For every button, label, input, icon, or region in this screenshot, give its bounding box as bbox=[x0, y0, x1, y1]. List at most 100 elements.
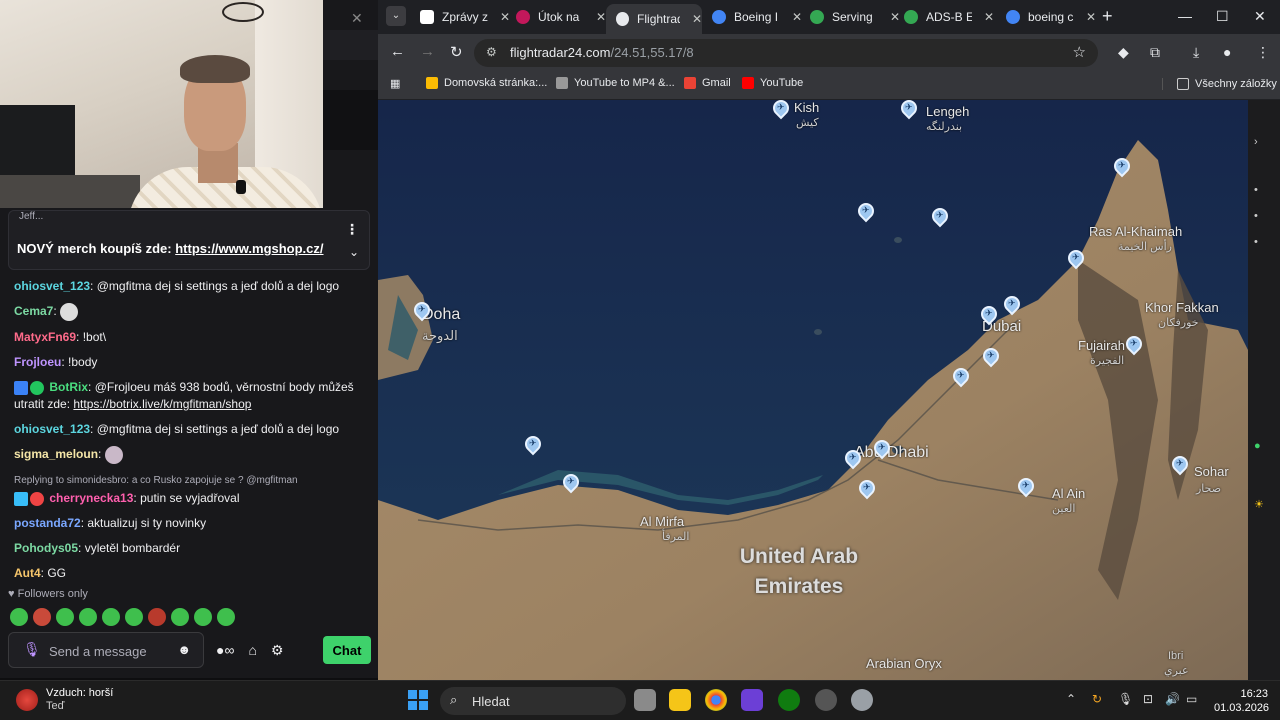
flight-map[interactable]: Kish كيش Lengeh بندرلنگه Doha الدوحة Ras… bbox=[378, 100, 1248, 680]
network-icon[interactable]: ⊡ bbox=[1143, 692, 1153, 706]
start-button[interactable] bbox=[408, 690, 428, 710]
bookmark-star-icon[interactable]: ☆ bbox=[1073, 43, 1086, 61]
tab[interactable]: ADS-B E ✕ bbox=[894, 4, 994, 30]
microphone-icon[interactable]: 🎙 bbox=[1118, 692, 1133, 706]
chat-username[interactable]: ohiosvet_123 bbox=[14, 422, 90, 436]
chat-username[interactable]: Aut4 bbox=[14, 566, 41, 580]
tab[interactable]: Serving ✕ bbox=[800, 4, 900, 30]
forward-icon[interactable]: → bbox=[420, 43, 435, 60]
chat-username[interactable]: sigma_meloun bbox=[14, 447, 98, 461]
aircraft-marker[interactable]: ✈ bbox=[769, 100, 793, 122]
aircraft-marker[interactable]: ✈ bbox=[841, 446, 865, 472]
back-icon[interactable]: ← bbox=[390, 43, 405, 60]
chat-link[interactable]: https://botrix.live/k/mgfitman/shop bbox=[73, 397, 251, 411]
puzzle-icon[interactable]: ⧉ bbox=[1150, 44, 1160, 61]
tab[interactable]: Zprávy z ✕ bbox=[410, 4, 510, 30]
close-tab-icon[interactable]: ✕ bbox=[984, 10, 994, 24]
emote[interactable] bbox=[102, 608, 120, 626]
chat-username[interactable]: ohiosvet_123 bbox=[14, 279, 90, 293]
emote[interactable] bbox=[33, 608, 51, 626]
app-icon[interactable] bbox=[741, 689, 763, 711]
aircraft-marker[interactable]: ✈ bbox=[949, 364, 973, 390]
maximize-icon[interactable]: ☐ bbox=[1216, 8, 1229, 25]
new-tab-icon[interactable]: + bbox=[1102, 6, 1113, 27]
emote[interactable] bbox=[194, 608, 212, 626]
store-icon[interactable]: ⌂ bbox=[248, 642, 256, 659]
aircraft-marker[interactable]: ✈ bbox=[1000, 292, 1024, 318]
chat-username[interactable]: Pohodys05 bbox=[14, 541, 78, 555]
battery-icon[interactable]: ▭ bbox=[1186, 692, 1197, 706]
aircraft-marker[interactable]: ✈ bbox=[1168, 452, 1192, 478]
emote[interactable] bbox=[125, 608, 143, 626]
chat-input[interactable] bbox=[49, 641, 179, 661]
aircraft-marker[interactable]: ✈ bbox=[855, 476, 879, 502]
close-icon[interactable]: ✕ bbox=[351, 10, 363, 27]
address-bar[interactable]: ⚙ flightradar24.com/24.51,55.17/8 ☆ bbox=[474, 39, 1098, 67]
tab[interactable]: boeing c ✕ bbox=[996, 4, 1096, 30]
aircraft-marker[interactable]: ✈ bbox=[928, 204, 952, 230]
aircraft-marker[interactable]: ✈ bbox=[1110, 154, 1134, 180]
file-explorer-icon[interactable] bbox=[669, 689, 691, 711]
app-icon[interactable] bbox=[815, 689, 837, 711]
pinned-link[interactable]: https://www.mgshop.cz/ bbox=[175, 241, 323, 256]
status-icon[interactable]: ● bbox=[1254, 440, 1261, 452]
bookmark[interactable]: Gmail bbox=[684, 77, 731, 89]
aircraft-marker[interactable]: ✈ bbox=[870, 436, 894, 462]
minimize-icon[interactable]: — bbox=[1178, 8, 1192, 24]
extension-icon[interactable]: ◆ bbox=[1118, 44, 1129, 61]
close-window-icon[interactable]: ✕ bbox=[1254, 8, 1266, 25]
aircraft-marker[interactable]: ✈ bbox=[410, 298, 434, 324]
chat-username[interactable]: postanda72 bbox=[14, 516, 81, 530]
settings-icon[interactable] bbox=[851, 689, 873, 711]
panel-toggle-icon[interactable]: › bbox=[1254, 136, 1258, 148]
sync-icon[interactable]: ↻ bbox=[1092, 692, 1102, 706]
aircraft-marker[interactable]: ✈ bbox=[977, 302, 1001, 328]
close-tab-icon[interactable]: ✕ bbox=[1086, 10, 1096, 24]
volume-icon[interactable]: 🔊 bbox=[1165, 692, 1180, 706]
chevron-down-icon[interactable]: ⌄ bbox=[349, 245, 359, 259]
close-tab-icon[interactable]: ✕ bbox=[596, 10, 606, 24]
download-icon[interactable]: ⤓ bbox=[1193, 44, 1199, 61]
weather-widget[interactable]: Vzduch: horší Teď bbox=[16, 687, 113, 713]
apps-icon[interactable]: ▦ bbox=[390, 77, 400, 90]
chrome-icon[interactable] bbox=[705, 689, 727, 711]
menu-icon[interactable]: ⋮ bbox=[1256, 44, 1270, 61]
aircraft-marker[interactable]: ✈ bbox=[1122, 332, 1146, 358]
emote[interactable] bbox=[79, 608, 97, 626]
bookmark[interactable]: YouTube bbox=[742, 77, 803, 89]
task-view-icon[interactable] bbox=[634, 689, 656, 711]
aircraft-marker[interactable]: ✈ bbox=[854, 199, 878, 225]
emote[interactable] bbox=[217, 608, 235, 626]
aircraft-marker[interactable]: ✈ bbox=[1064, 246, 1088, 272]
emote[interactable] bbox=[56, 608, 74, 626]
close-tab-icon[interactable]: ✕ bbox=[692, 12, 702, 26]
chat-input-box[interactable]: 🎙 ☻ bbox=[8, 632, 204, 668]
microphone-icon[interactable]: 🎙 bbox=[23, 641, 41, 658]
chat-username[interactable]: BotRix bbox=[49, 380, 88, 394]
chat-username[interactable]: Frojloeu bbox=[14, 355, 61, 369]
emote[interactable] bbox=[148, 608, 166, 626]
chat-username[interactable]: MatyxFn69 bbox=[14, 330, 76, 344]
tab-active[interactable]: Flightrad ✕ bbox=[606, 4, 702, 34]
chat-username[interactable]: Cema7 bbox=[14, 304, 53, 318]
tab-search-icon[interactable]: ⌄ bbox=[386, 6, 406, 26]
taskbar-search[interactable]: ⌕ Hledat bbox=[440, 687, 626, 715]
all-bookmarks[interactable]: Všechny záložky bbox=[1162, 78, 1277, 90]
emote[interactable] bbox=[171, 608, 189, 626]
tab[interactable]: Boeing I ✕ bbox=[702, 4, 802, 30]
profile-avatar[interactable]: ● bbox=[1223, 44, 1231, 60]
clock[interactable]: 16:23 01.03.2026 bbox=[1214, 687, 1269, 715]
filter-icon[interactable]: • bbox=[1254, 184, 1258, 196]
bookmark[interactable]: Domovská stránka:... bbox=[426, 77, 547, 89]
emoji-icon[interactable]: ☻ bbox=[177, 642, 191, 657]
points-icon[interactable]: ●∞ bbox=[216, 642, 234, 659]
emote[interactable] bbox=[10, 608, 28, 626]
aircraft-marker[interactable]: ✈ bbox=[897, 100, 921, 122]
chevron-up-icon[interactable]: ⌃ bbox=[1066, 692, 1076, 706]
reload-icon[interactable]: ↻ bbox=[450, 43, 463, 61]
reply-header[interactable]: Replying to simonidesbro: a co Rusko zap… bbox=[14, 472, 370, 489]
filter-icon[interactable]: • bbox=[1254, 210, 1258, 222]
aircraft-marker[interactable]: ✈ bbox=[559, 470, 583, 496]
site-info-icon[interactable]: ⚙ bbox=[486, 45, 497, 59]
weather-icon[interactable]: ☀ bbox=[1254, 498, 1264, 511]
